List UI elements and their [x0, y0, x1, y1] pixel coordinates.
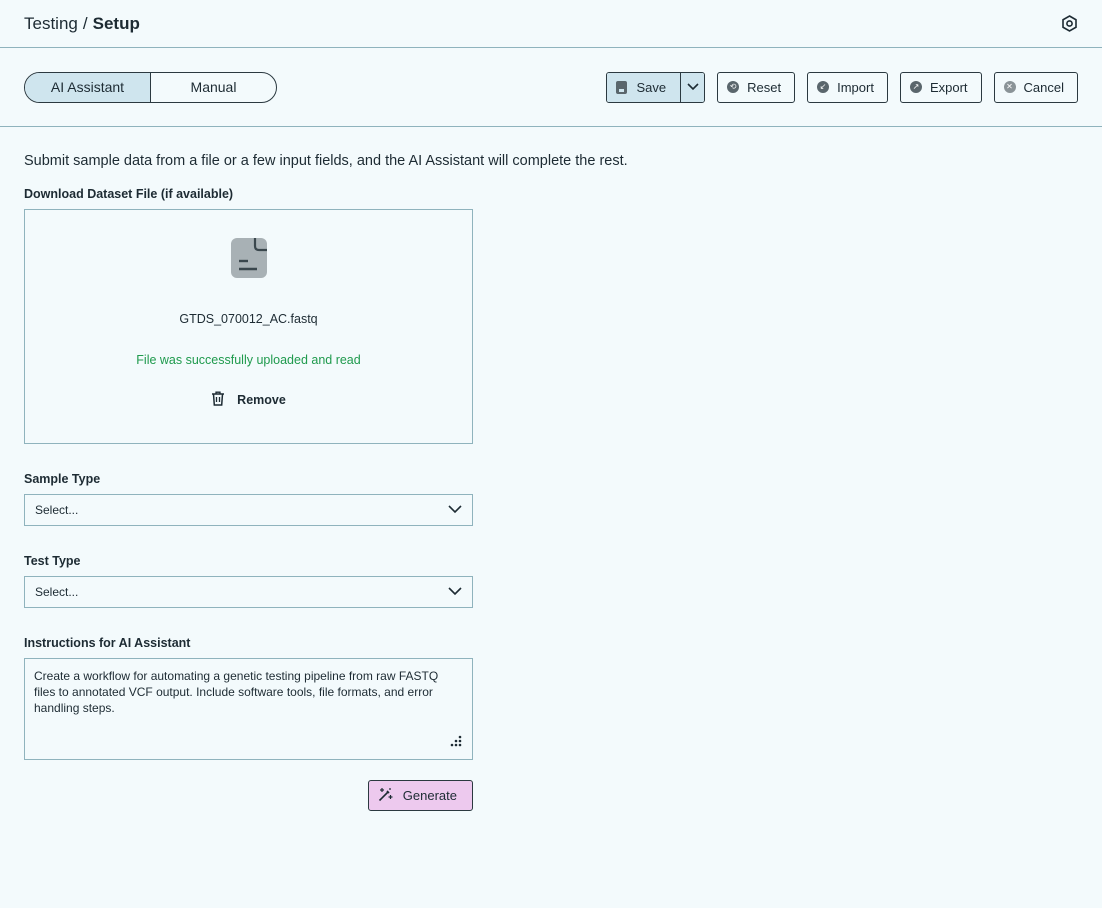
file-document-icon — [230, 237, 268, 284]
save-label: Save — [636, 79, 667, 95]
cancel-button[interactable]: ✕ Cancel — [993, 71, 1078, 103]
chevron-down-icon — [448, 503, 462, 517]
instructions-text: Create a workflow for automating a genet… — [34, 669, 439, 715]
cancel-x-icon: ✕ — [1003, 81, 1016, 93]
save-button[interactable]: Save — [606, 72, 682, 102]
mode-toggle: AI Assistant Manual — [24, 71, 277, 103]
test-type-value: Select... — [35, 585, 79, 599]
sample-type-select[interactable]: Select... — [24, 494, 473, 526]
generate-label: Generate — [402, 788, 457, 803]
test-type-label: Test Type — [24, 554, 81, 568]
intro-text: Submit sample data from a file or a few … — [24, 153, 628, 169]
remove-file-button[interactable]: Remove — [211, 391, 286, 409]
test-type-select[interactable]: Select... — [24, 576, 473, 608]
breadcrumb-parent[interactable]: Testing — [24, 14, 78, 33]
resize-handle-icon[interactable] — [450, 735, 462, 751]
settings-gear-icon[interactable] — [1060, 15, 1078, 33]
mode-ai-assistant[interactable]: AI Assistant — [25, 72, 151, 102]
toolbar: AI Assistant Manual Save ⟲ Reset ↙ Impor… — [0, 48, 1102, 127]
instructions-textarea[interactable]: Create a workflow for automating a genet… — [24, 658, 473, 760]
import-button[interactable]: ↙ Import — [807, 71, 888, 103]
trash-icon — [211, 391, 225, 409]
uploaded-file-name: GTDS_070012_AC.fastq — [179, 312, 318, 326]
page-header: Testing / Setup — [0, 0, 1102, 48]
sample-type-value: Select... — [35, 503, 79, 517]
export-button[interactable]: ↗ Export — [899, 71, 982, 103]
upload-status: File was successfully uploaded and read — [136, 353, 361, 367]
file-dropzone[interactable]: GTDS_070012_AC.fastq File was successful… — [24, 209, 473, 444]
cancel-label: Cancel — [1023, 79, 1064, 95]
save-options-chevron-down-icon[interactable] — [681, 72, 705, 102]
breadcrumb-separator: / — [82, 13, 88, 33]
mode-manual[interactable]: Manual — [151, 73, 276, 102]
instructions-label: Instructions for AI Assistant — [24, 636, 191, 650]
upload-label: Download Dataset File (if available) — [24, 187, 234, 201]
generate-row: Generate — [24, 780, 473, 811]
main-content: Submit sample data from a file or a few … — [0, 127, 1102, 835]
toolbar-actions: Save ⟲ Reset ↙ Import ↗ Export ✕ Cancel — [605, 71, 1078, 103]
generate-button[interactable]: Generate — [367, 780, 473, 811]
breadcrumb-current: Setup — [92, 13, 140, 33]
export-label: Export — [929, 79, 968, 95]
remove-label: Remove — [237, 393, 286, 407]
reset-button[interactable]: ⟲ Reset — [717, 71, 796, 103]
magic-wand-icon — [378, 787, 393, 805]
import-label: Import — [837, 79, 874, 95]
save-disk-icon — [615, 80, 627, 94]
breadcrumb: Testing / Setup — [24, 14, 140, 34]
save-split-button: Save — [605, 71, 706, 103]
chevron-down-icon — [448, 585, 462, 599]
import-arrow-icon: ↙ — [817, 81, 830, 93]
reset-label: Reset — [747, 79, 782, 95]
sample-type-label: Sample Type — [24, 472, 101, 486]
export-arrow-icon: ↗ — [909, 81, 922, 93]
reset-icon: ⟲ — [727, 81, 740, 93]
